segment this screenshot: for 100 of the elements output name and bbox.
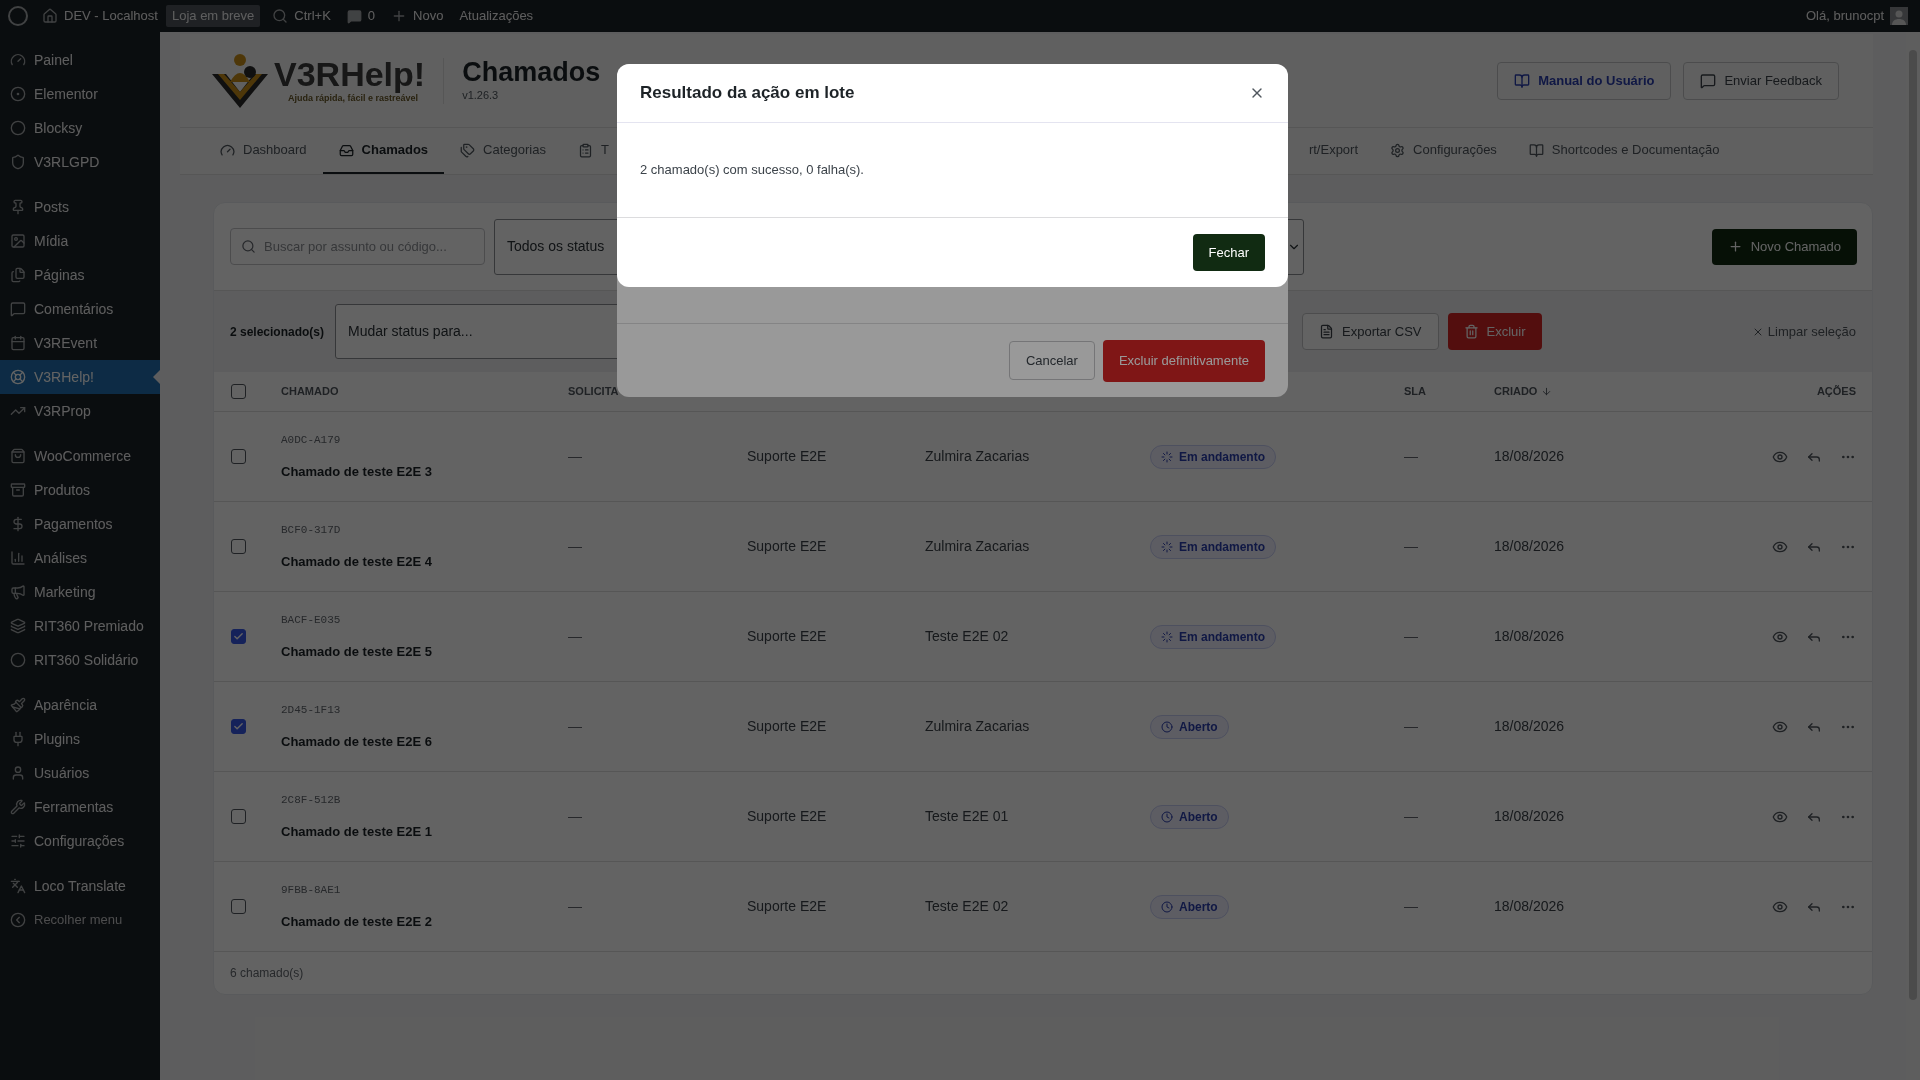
column-header: CHAMADO [281,384,340,400]
table-cell-text: Suporte E2E [747,897,828,916]
tab[interactable]: Categorias [444,128,562,174]
tab[interactable]: Chamados [322,128,445,174]
export-csv-button[interactable]: Exportar CSV [1302,313,1439,350]
sidebar-item[interactable]: Painel [0,43,160,77]
ticket-title[interactable]: Chamado de teste E2E 2 [281,912,568,932]
table-cell-text: — [1404,537,1419,556]
status-badge: Aberto [1150,894,1229,919]
comments-link[interactable]: 0 [346,6,376,26]
table-row[interactable]: BCF0-317D Chamado de teste E2E 4 — Suporte E2E Zulmira Zacarias Em andamento — 18/08/2026 [214,502,1872,592]
sidebar-item[interactable]: Mídia [0,224,160,258]
ticket-title[interactable]: Chamado de teste E2E 6 [281,732,568,752]
tab[interactable]: rt/Export [1308,128,1375,174]
cancel-button[interactable]: Cancelar [1008,341,1095,380]
column-header[interactable]: CRIADO [1494,383,1761,400]
ticket-title[interactable]: Chamado de teste E2E 3 [281,462,568,482]
table-cell-text: — [1404,447,1419,466]
sidebar-item[interactable]: Usuários [0,756,160,790]
table-cell-text: — [568,717,583,736]
status-badge: Em andamento [1150,444,1276,469]
logo-tagline: Ajuda rápida, fácil e rastreável [287,92,419,105]
close-button[interactable]: Fechar [1192,234,1265,271]
table-cell-text: 18/08/2026 [1494,537,1566,556]
sidebar-item[interactable]: V3REvent [0,326,160,360]
greeting-link[interactable]: Olá, brunocpt [1805,6,1884,26]
table-row[interactable]: 9FBB-8AE1 Chamado de teste E2E 2 — Suporte E2E Teste E2E 02 Aberto — 18/08/2026 [214,862,1872,952]
tab[interactable]: Dashboard [204,128,323,174]
sidebar-item[interactable]: Marketing [0,575,160,609]
sidebar-item[interactable]: RIT360 Solidário [0,643,160,677]
column-header: SLA [1404,384,1427,400]
selection-count: 2 selecionado(s) [230,323,325,341]
search-link[interactable]: Ctrl+K [272,6,331,26]
manual-button[interactable]: Manual do Usuário [1497,61,1672,100]
ticket-count: 6 chamado(s) [230,965,304,982]
table-cell-text: Zulmira Zacarias [925,447,1031,466]
clear-selection-button[interactable]: Limpar seleção [1751,321,1856,342]
sidebar-item[interactable]: Ferramentas [0,790,160,824]
sidebar-item[interactable]: Pagamentos [0,507,160,541]
sidebar-item[interactable]: Loco Translate [0,869,160,903]
table-row[interactable]: 2D45-1F13 Chamado de teste E2E 6 — Suporte E2E Zulmira Zacarias Aberto — 18/08/2026 [214,682,1872,772]
table-row[interactable]: 2C8F-512B Chamado de teste E2E 1 — Suporte E2E Teste E2E 01 Aberto — 18/08/2026 [214,772,1872,862]
logo-text: V3RHelp! [274,55,426,92]
confirm-delete-button[interactable]: Excluir definitivamente [1102,339,1265,382]
sidebar-item[interactable]: Configurações [0,824,160,858]
ticket-title[interactable]: Chamado de teste E2E 4 [281,552,568,572]
table-cell-text: 18/08/2026 [1494,447,1566,466]
ticket-code: 9FBB-8AE1 [281,882,342,898]
table-cell-text: — [568,807,583,826]
ticket-code: 2C8F-512B [281,792,342,808]
ticket-title[interactable]: Chamado de teste E2E 5 [281,642,568,662]
delete-button[interactable]: Excluir [1447,313,1542,350]
page-title: Chamados [462,57,601,88]
site-link[interactable]: DEV - Localhost [42,6,158,26]
ticket-code: BCF0-317D [281,522,342,538]
sidebar-item[interactable]: RIT360 Premiado [0,609,160,643]
sidebar-item[interactable]: Recolher menu [0,903,160,937]
table-cell-text: — [568,897,583,916]
tab[interactable]: Shortcodes e Documentação [1512,128,1736,174]
dialog-message: 2 chamado(s) com sucesso, 0 falha(s). [640,161,864,180]
sidebar-item[interactable]: V3RProp [0,394,160,428]
feedback-button[interactable]: Enviar Feedback [1683,61,1839,100]
table-row[interactable]: BACF-E035 Chamado de teste E2E 5 — Suporte E2E Teste E2E 02 Em andamento — 18/08/2026 [214,592,1872,682]
sidebar-item[interactable]: Páginas [0,258,160,292]
table-cell-text: — [1404,807,1419,826]
table-cell-text: Suporte E2E [747,537,828,556]
tab[interactable]: T [561,128,609,174]
sidebar-item[interactable]: Comentários [0,292,160,326]
table-cell-text: Suporte E2E [747,807,828,826]
table-row[interactable]: A0DC-A179 Chamado de teste E2E 3 — Suporte E2E Zulmira Zacarias Em andamento — 18/08/2026 [214,412,1872,502]
table-cell-text: Suporte E2E [747,717,828,736]
sidebar-item[interactable]: Posts [0,190,160,224]
status-badge: Aberto [1150,804,1229,829]
table-cell-text: — [1404,627,1419,646]
sidebar-item[interactable]: Elementor [0,77,160,111]
ticket-title[interactable]: Chamado de teste E2E 1 [281,822,568,842]
table-cell-text: Teste E2E 02 [925,897,1010,916]
table-cell-text: 18/08/2026 [1494,717,1566,736]
status-badge: Em andamento [1150,624,1276,649]
table-cell-text: — [1404,717,1419,736]
version-label: v1.26.3 [462,88,500,104]
column-header: AÇÕES [1815,384,1856,400]
sidebar-item[interactable]: V3RLGPD [0,145,160,179]
new-link[interactable]: Novo [391,6,444,26]
table-cell-text: — [568,627,583,646]
tab[interactable]: Configurações [1374,128,1513,174]
new-ticket-button[interactable]: Novo Chamado [1711,228,1857,265]
sidebar-item[interactable]: Análises [0,541,160,575]
table-cell-text: — [568,447,583,466]
sidebar-item[interactable]: Aparência [0,688,160,722]
table-cell-text: — [568,537,583,556]
updates-link[interactable]: Atualizações [459,6,534,26]
sidebar-item[interactable]: WooCommerce [0,439,160,473]
sidebar-item[interactable]: Blocksy [0,111,160,145]
sidebar-item[interactable]: Produtos [0,473,160,507]
table-cell-text: Suporte E2E [747,627,828,646]
sidebar-item[interactable]: V3RHelp! [0,360,160,394]
table-cell-text: Zulmira Zacarias [925,717,1031,736]
sidebar-item[interactable]: Plugins [0,722,160,756]
table-cell-text: 18/08/2026 [1494,897,1566,916]
